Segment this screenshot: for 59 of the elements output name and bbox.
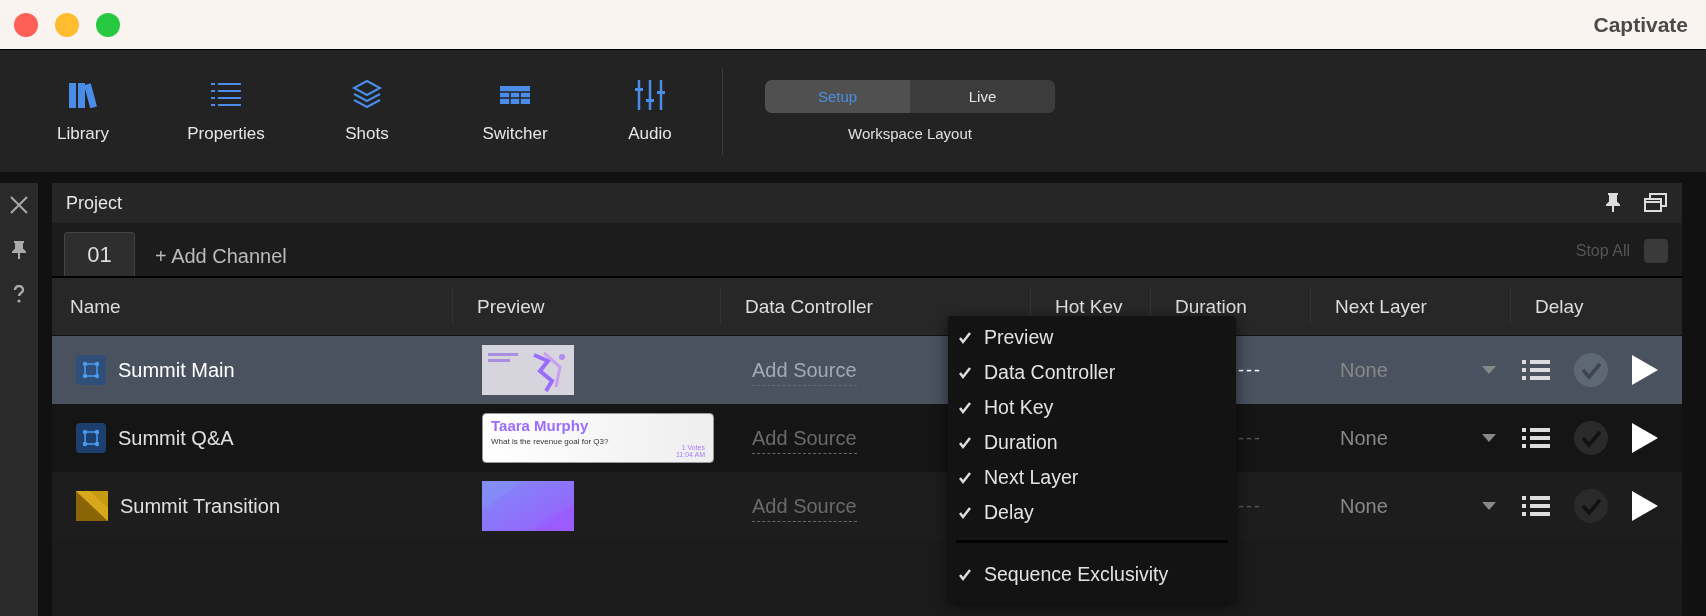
layer-name: Summit Transition (120, 494, 281, 518)
layer-icon (76, 423, 106, 453)
window-title: Captivate (1593, 12, 1689, 37)
close-icon[interactable] (9, 195, 29, 215)
menu-item[interactable]: Next Layer (952, 460, 1232, 495)
dropdown-caret-icon[interactable] (1482, 434, 1496, 442)
menu-item[interactable]: Hot Key (952, 390, 1232, 425)
menu-item[interactable]: Data Controller (952, 355, 1232, 390)
duration-value: --- (1237, 427, 1262, 448)
column-header: Preview (452, 288, 720, 325)
play-icon[interactable] (1632, 355, 1658, 385)
layer-icon (76, 355, 106, 385)
card-title: Taara Murphy (491, 417, 590, 434)
sliders-icon (633, 78, 667, 112)
toolbar-button[interactable]: Audio (600, 78, 700, 144)
check-icon (958, 435, 972, 450)
transition-icon (76, 491, 108, 521)
duration-value: --- (1237, 359, 1262, 380)
column-header: Delay (1510, 288, 1682, 325)
card-question: What is the revenue goal for Q3? (491, 437, 610, 446)
next-layer-value[interactable]: None (1340, 426, 1388, 450)
column-header: Next Layer (1310, 288, 1510, 325)
pin-icon[interactable] (12, 241, 26, 259)
close-button[interactable] (14, 12, 38, 37)
panel-title: Project (66, 192, 123, 214)
stop-all-label: Stop All (1575, 241, 1630, 260)
channel-tab[interactable]: 01 (64, 232, 135, 276)
check-icon (958, 365, 972, 380)
toolbar-button[interactable]: Library (18, 78, 148, 144)
toolbar-button[interactable]: Properties (148, 78, 304, 144)
check-circle-icon[interactable] (1574, 421, 1608, 455)
add-channel-button[interactable]: + Add Channel (149, 236, 293, 276)
check-icon (958, 470, 972, 485)
list-icon[interactable] (1522, 358, 1550, 382)
menu-item[interactable]: Sequence Exclusivity (952, 557, 1232, 592)
duration-value: --- (1237, 495, 1262, 516)
list-icon[interactable] (1522, 426, 1550, 450)
segment-caption: Workspace Layout (848, 125, 972, 142)
column-header: Name (69, 294, 122, 319)
play-icon[interactable] (1632, 423, 1658, 453)
help-icon[interactable] (13, 285, 25, 303)
layer-name: Summit Q&A (118, 426, 234, 450)
next-layer-value[interactable]: None (1340, 494, 1388, 518)
check-icon (958, 400, 972, 415)
menu-item[interactable]: Delay (952, 495, 1232, 530)
toolbar-button[interactable]: Shots (304, 78, 430, 144)
check-icon (958, 330, 972, 345)
play-icon[interactable] (1632, 491, 1658, 521)
layer-name: Summit Main (118, 358, 235, 382)
check-icon (958, 505, 972, 520)
list-icon[interactable] (1522, 494, 1550, 518)
menu-item[interactable]: Duration (952, 425, 1232, 460)
windows-icon[interactable] (1644, 193, 1668, 213)
toolbar-button[interactable]: Switcher (430, 78, 600, 144)
stop-all-checkbox[interactable] (1644, 238, 1668, 263)
check-circle-icon[interactable] (1574, 489, 1608, 523)
check-icon (958, 567, 972, 582)
check-circle-icon[interactable] (1574, 353, 1608, 387)
dropdown-caret-icon[interactable] (1482, 502, 1496, 510)
